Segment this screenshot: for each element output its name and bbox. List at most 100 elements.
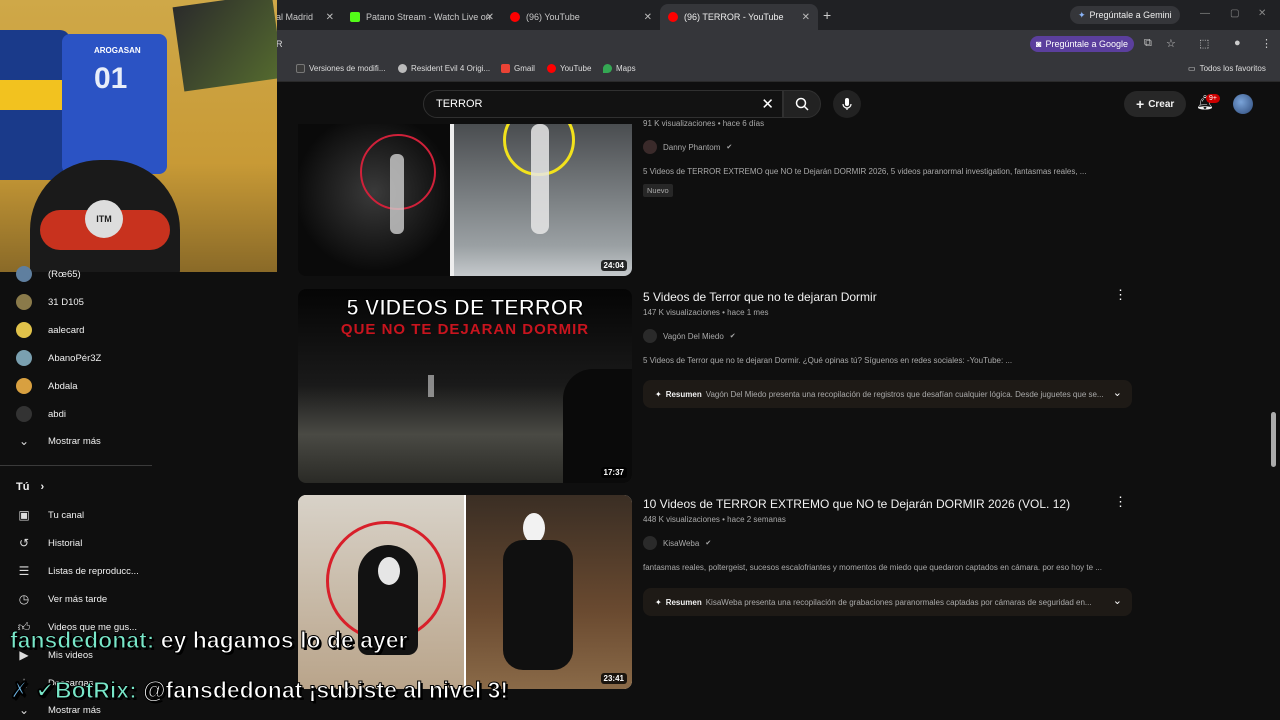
ask-google-label: Pregúntale a Google xyxy=(1045,39,1128,49)
jersey-name: AROGASAN xyxy=(94,46,141,55)
cast-icon[interactable]: ⧉ xyxy=(1144,37,1152,50)
playlist-icon: ☰ xyxy=(18,564,30,578)
tab-label: al Madrid xyxy=(276,12,314,22)
bookmark-item[interactable]: Maps xyxy=(603,64,636,73)
sparkle-icon: ✦ xyxy=(655,597,662,607)
gemini-button[interactable]: ✦ Pregúntale a Gemini xyxy=(1070,6,1180,24)
chevron-right-icon: › xyxy=(40,481,45,493)
sidebar-item-watch-later[interactable]: ◷ Ver más tarde xyxy=(16,592,107,606)
tab-label: Patano Stream - Watch Live on xyxy=(366,12,491,22)
search-input[interactable]: TERROR ✕ xyxy=(423,90,783,118)
youtube-icon xyxy=(547,64,556,73)
more-options-icon[interactable]: ⋮ xyxy=(1114,287,1127,303)
verified-icon: ✔ xyxy=(705,540,712,547)
show-more-label: Mostrar más xyxy=(48,435,101,447)
close-icon[interactable]: ✕ xyxy=(486,12,494,23)
sidebar-item-playlists[interactable]: ☰ Listas de reproducc... xyxy=(16,564,139,578)
watch-later-icon: ◷ xyxy=(18,592,30,606)
google-lens-icon: ◙ xyxy=(1036,39,1042,49)
create-label: Crear xyxy=(1148,98,1175,110)
new-tab-icon[interactable]: + xyxy=(823,7,831,23)
video-thumbnail[interactable]: 24:04 xyxy=(298,124,632,276)
youtube-icon xyxy=(510,12,520,22)
extensions-icon[interactable]: ⬚ xyxy=(1199,37,1209,50)
search-button[interactable] xyxy=(783,90,821,118)
summary-label: Resumen xyxy=(665,597,702,607)
show-more-you[interactable]: ⌄ Mostrar más xyxy=(16,703,101,717)
sidebar-subscription[interactable]: AbanoPér3Z xyxy=(16,350,101,366)
all-bookmarks[interactable]: ▭ Todos los favoritos xyxy=(1188,64,1266,73)
chat-username: fansdedonat: xyxy=(9,627,155,654)
sidebar-subscription[interactable]: abdi xyxy=(16,406,66,422)
channel-icon: ▣ xyxy=(18,508,30,522)
duration-badge: 24:04 xyxy=(600,260,627,271)
video-meta: 147 K visualizaciones • hace 1 mes xyxy=(643,308,769,317)
tab-youtube-terror[interactable]: (96) TERROR - YouTube ✕ xyxy=(660,4,818,30)
minimize-icon[interactable]: — xyxy=(1200,8,1210,19)
duration-badge: 17:37 xyxy=(600,467,627,478)
star-icon[interactable]: ☆ xyxy=(1166,37,1176,50)
close-icon[interactable]: ✕ xyxy=(802,12,810,23)
you-heading-label: Tú xyxy=(16,481,30,493)
clear-icon[interactable]: ✕ xyxy=(761,95,774,113)
chevron-down-icon[interactable]: ⌄ xyxy=(1113,386,1122,399)
video-title[interactable]: 10 Videos de TERROR EXTREMO que NO te De… xyxy=(643,497,1070,511)
bookmark-item[interactable]: YouTube xyxy=(547,64,591,73)
subscription-name: (Rœ65) xyxy=(48,268,81,280)
more-options-icon[interactable]: ⋮ xyxy=(1114,494,1127,510)
tab-youtube[interactable]: (96) YouTube ✕ xyxy=(502,4,660,30)
video-thumbnail[interactable]: 5 VIDEOS DE TERROR QUE NO TE DEJARAN DOR… xyxy=(298,289,632,483)
chat-message: fansdedonat: ey hagamos lo de ayer xyxy=(9,627,408,654)
ai-summary[interactable]: ✦ Resumen KisaWeba presenta una recopila… xyxy=(643,588,1132,616)
bookmark-label: Todos los favoritos xyxy=(1199,64,1266,73)
webcam-overlay: AROGASAN 01 ITM xyxy=(0,0,277,272)
sidebar-subscription[interactable]: Abdala xyxy=(16,378,78,394)
history-icon: ↺ xyxy=(18,536,30,550)
close-window-icon[interactable]: ✕ xyxy=(1258,8,1266,19)
voice-search-button[interactable] xyxy=(833,90,861,118)
avatar[interactable] xyxy=(1233,94,1253,114)
chevron-down-icon[interactable]: ⌄ xyxy=(1113,594,1122,607)
sidebar-subscription[interactable]: 31 D105 xyxy=(16,294,84,310)
bookmark-label: YouTube xyxy=(560,64,592,73)
tab-real-madrid[interactable]: al Madrid ✕ xyxy=(268,4,342,30)
sword-icon: ✗ xyxy=(9,677,30,704)
channel-link[interactable]: Vagón Del Miedo ✔ xyxy=(643,329,736,343)
avatar xyxy=(643,329,657,343)
sidebar-subscription[interactable]: aalecard xyxy=(16,322,84,338)
video-description: 5 Videos de TERROR EXTREMO que NO te Dej… xyxy=(643,167,1087,176)
maximize-icon[interactable]: ▢ xyxy=(1230,8,1239,19)
create-button[interactable]: + Crear xyxy=(1124,91,1187,117)
video-thumbnail[interactable]: 23:41 xyxy=(298,495,632,689)
bookmark-item[interactable]: Gmail xyxy=(501,64,535,73)
sidebar-you-heading[interactable]: Tú › xyxy=(16,481,44,493)
plus-icon: + xyxy=(1136,96,1145,112)
channel-link[interactable]: KisaWeba ✔ xyxy=(643,536,711,550)
maps-icon xyxy=(603,64,612,73)
close-icon[interactable]: ✕ xyxy=(644,12,652,23)
ask-google-button[interactable]: ◙ Pregúntale a Google xyxy=(1030,36,1134,52)
duration-badge: 23:41 xyxy=(600,673,627,684)
video-meta: 91 K visualizaciones • hace 6 días xyxy=(643,119,765,128)
channel-link[interactable]: Danny Phantom ✔ xyxy=(643,140,732,154)
search-query: TERROR xyxy=(436,98,483,110)
sidebar-item-tu-canal[interactable]: ▣ Tu canal xyxy=(16,508,84,522)
search-icon xyxy=(795,97,809,111)
sidebar-item-historial[interactable]: ↺ Historial xyxy=(16,536,82,550)
bookmark-item[interactable]: Resident Evil 4 Origi... xyxy=(398,64,490,73)
show-more-subscriptions[interactable]: ⌄ Mostrar más xyxy=(16,434,101,448)
ai-summary[interactable]: ✦ Resumen Vagón Del Miedo presenta una r… xyxy=(643,380,1132,408)
jersey-left xyxy=(0,30,70,180)
tab-label: (96) YouTube xyxy=(526,12,580,22)
bookmark-item[interactable]: Versiones de modifi... xyxy=(296,64,385,73)
sidebar-subscription[interactable]: (Rœ65) xyxy=(16,266,81,282)
video-title[interactable]: 5 Videos de Terror que no te dejaran Dor… xyxy=(643,290,877,304)
verified-icon: ✔ xyxy=(729,333,736,340)
scrollbar[interactable] xyxy=(1271,412,1276,467)
close-icon[interactable]: ✕ xyxy=(326,12,334,23)
menu-icon[interactable]: ⋮ xyxy=(1261,37,1272,50)
folder-icon: ▭ xyxy=(1188,64,1196,73)
bookmark-label: Maps xyxy=(616,64,636,73)
tab-kick[interactable]: Patano Stream - Watch Live on ✕ xyxy=(342,4,502,30)
profile-icon[interactable]: ● xyxy=(1234,37,1241,49)
